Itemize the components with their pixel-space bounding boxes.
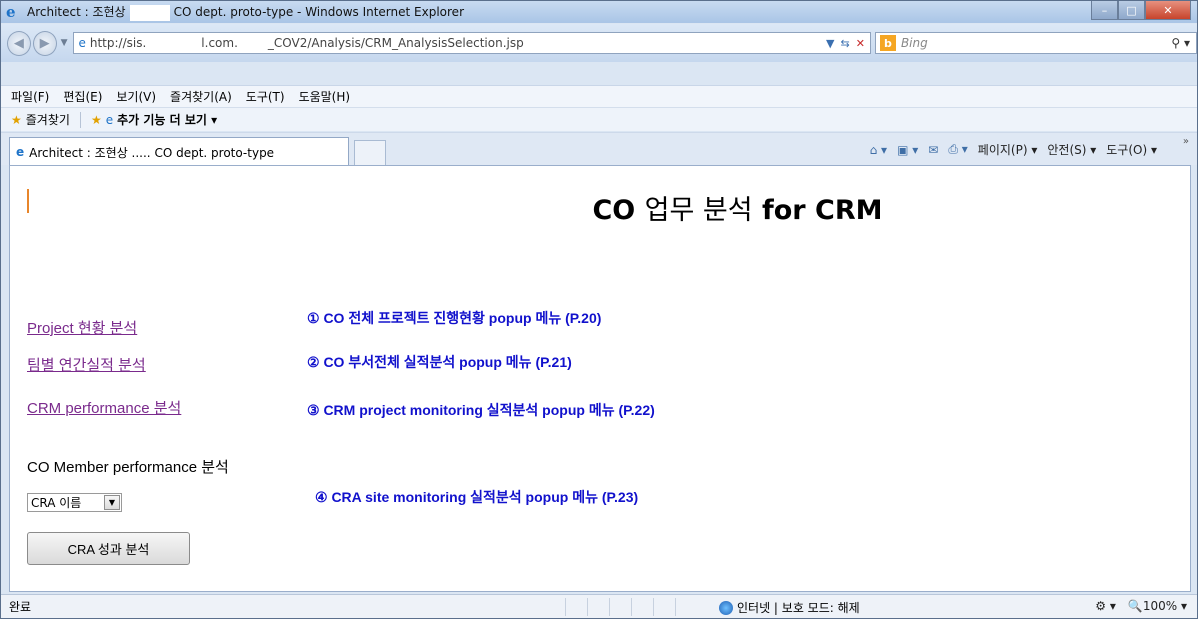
- new-tab-button[interactable]: [354, 140, 386, 166]
- favorites-bar: ★ 즐겨찾기 ★ e 추가 기능 더 보기 ▾: [1, 107, 1197, 131]
- status-panes: [565, 598, 697, 616]
- home-icon[interactable]: ⌂ ▾: [870, 143, 887, 157]
- cra-analysis-button[interactable]: CRA 성과 분석: [27, 532, 190, 565]
- tab-page-icon: e: [16, 145, 25, 159]
- favorites-star-icon: ★: [11, 112, 22, 127]
- zoom-control[interactable]: 🔍100% ▾: [1128, 599, 1187, 613]
- suggested-sites-icon[interactable]: e: [106, 113, 113, 127]
- globe-icon: [719, 600, 733, 615]
- menu-tools[interactable]: 도구(T): [246, 88, 285, 105]
- history-dropdown-icon[interactable]: ▼: [61, 38, 68, 48]
- annotation-4: ④ CRA site monitoring 실적분석 popup 메뉴 (P.2…: [315, 489, 639, 505]
- safety-menu[interactable]: 안전(S) ▾: [1047, 141, 1096, 158]
- annotation-3: ③ CRM project monitoring 실적분석 popup 메뉴 (…: [307, 402, 655, 418]
- back-button[interactable]: ◀: [7, 30, 31, 56]
- tools-menu[interactable]: 도구(O) ▾: [1106, 141, 1157, 158]
- tab-label: Architect : 조현상 ..... CO dept. proto-typ…: [29, 145, 275, 160]
- print-icon[interactable]: ⎙ ▾: [948, 142, 967, 157]
- title-bar: e Architect : 조현상 CO dept. proto-type - W…: [1, 1, 1197, 23]
- search-icon[interactable]: ⚲ ▾: [1171, 36, 1196, 50]
- page-icon: e: [78, 36, 86, 50]
- refresh-icon[interactable]: ⇆: [841, 37, 850, 50]
- mail-icon[interactable]: ✉: [928, 143, 938, 157]
- tab-active[interactable]: e Architect : 조현상 ..... CO dept. proto-t…: [9, 137, 349, 166]
- feeds-icon[interactable]: ▣ ▾: [897, 143, 918, 157]
- annotation-2: ② CO 부서전체 실적분석 popup 메뉴 (P.21): [307, 354, 572, 370]
- ie-logo-icon: e: [6, 3, 16, 21]
- close-button[interactable]: ✕: [1145, 1, 1191, 20]
- tab-bar: e Architect : 조현상 ..... CO dept. proto-t…: [1, 132, 1197, 166]
- security-zone[interactable]: 인터넷 | 보호 모드: 해제: [719, 599, 860, 616]
- status-text: 완료: [9, 600, 32, 614]
- page-title: CO 업무 분석 for CRM: [592, 195, 883, 226]
- project-status-link[interactable]: Project 현황 분석: [27, 317, 137, 338]
- menu-edit[interactable]: 편집(E): [63, 88, 102, 105]
- status-bar: 완료 인터넷 | 보호 모드: 해제 ⚙ ▾ 🔍100% ▾: [1, 594, 1197, 618]
- favorites-button[interactable]: 즐겨찾기: [26, 111, 70, 128]
- menu-help[interactable]: 도움말(H): [299, 88, 351, 105]
- stop-icon[interactable]: ✕: [856, 37, 865, 50]
- add-favorite-icon[interactable]: ★: [91, 113, 102, 127]
- menu-favorites[interactable]: 즐겨찾기(A): [170, 88, 232, 105]
- menu-view[interactable]: 보기(V): [116, 88, 156, 105]
- menu-bar: 파일(F) 편집(E) 보기(V) 즐겨찾기(A) 도구(T) 도움말(H): [1, 85, 1197, 107]
- team-annual-link[interactable]: 팀별 연간실적 분석: [27, 354, 146, 375]
- chevron-down-icon[interactable]: ▼: [104, 495, 120, 510]
- window-title: Architect : 조현상 CO dept. proto-type - Win…: [27, 4, 464, 21]
- window-controls: – □ ✕: [1091, 1, 1191, 20]
- protected-mode-icon[interactable]: ⚙ ▾: [1095, 599, 1116, 613]
- browser-window: e Architect : 조현상 CO dept. proto-type - W…: [0, 0, 1198, 619]
- get-addons-link[interactable]: 추가 기능 더 보기 ▾: [117, 111, 217, 128]
- url-dropdown-icon[interactable]: ▼: [826, 37, 834, 50]
- chevron-more-icon[interactable]: »: [1183, 136, 1189, 147]
- annotation-1: ① CO 전체 프로젝트 진행현황 popup 메뉴 (P.20): [307, 310, 602, 326]
- search-input[interactable]: b Bing ⚲ ▾: [874, 32, 1198, 54]
- bing-icon: b: [879, 35, 896, 51]
- cra-name-select[interactable]: CRA 이름 ▼: [27, 493, 122, 512]
- crm-performance-link[interactable]: CRM performance 분석: [27, 397, 181, 418]
- forward-button[interactable]: ▶: [32, 30, 57, 56]
- member-performance-label: CO Member performance 분석: [27, 459, 229, 476]
- address-bar: ◀ ▶ ▼ e http://sis. l.com. _COV2/Analysis/…: [1, 24, 1198, 62]
- menu-file[interactable]: 파일(F): [11, 88, 49, 105]
- page-menu[interactable]: 페이지(P) ▾: [978, 141, 1038, 158]
- command-bar: ⌂ ▾ ▣ ▾ ✉ ⎙ ▾ 페이지(P) ▾ 안전(S) ▾ 도구(O) ▾: [870, 141, 1157, 158]
- page-content: CO 업무 분석 for CRM Project 현황 분석 팀별 연간실적 분…: [9, 165, 1191, 592]
- minimize-button[interactable]: –: [1091, 1, 1118, 20]
- maximize-button[interactable]: □: [1118, 1, 1145, 20]
- url-input[interactable]: e http://sis. l.com. _COV2/Analysis/CRM_An…: [73, 32, 871, 54]
- separator: [79, 111, 81, 128]
